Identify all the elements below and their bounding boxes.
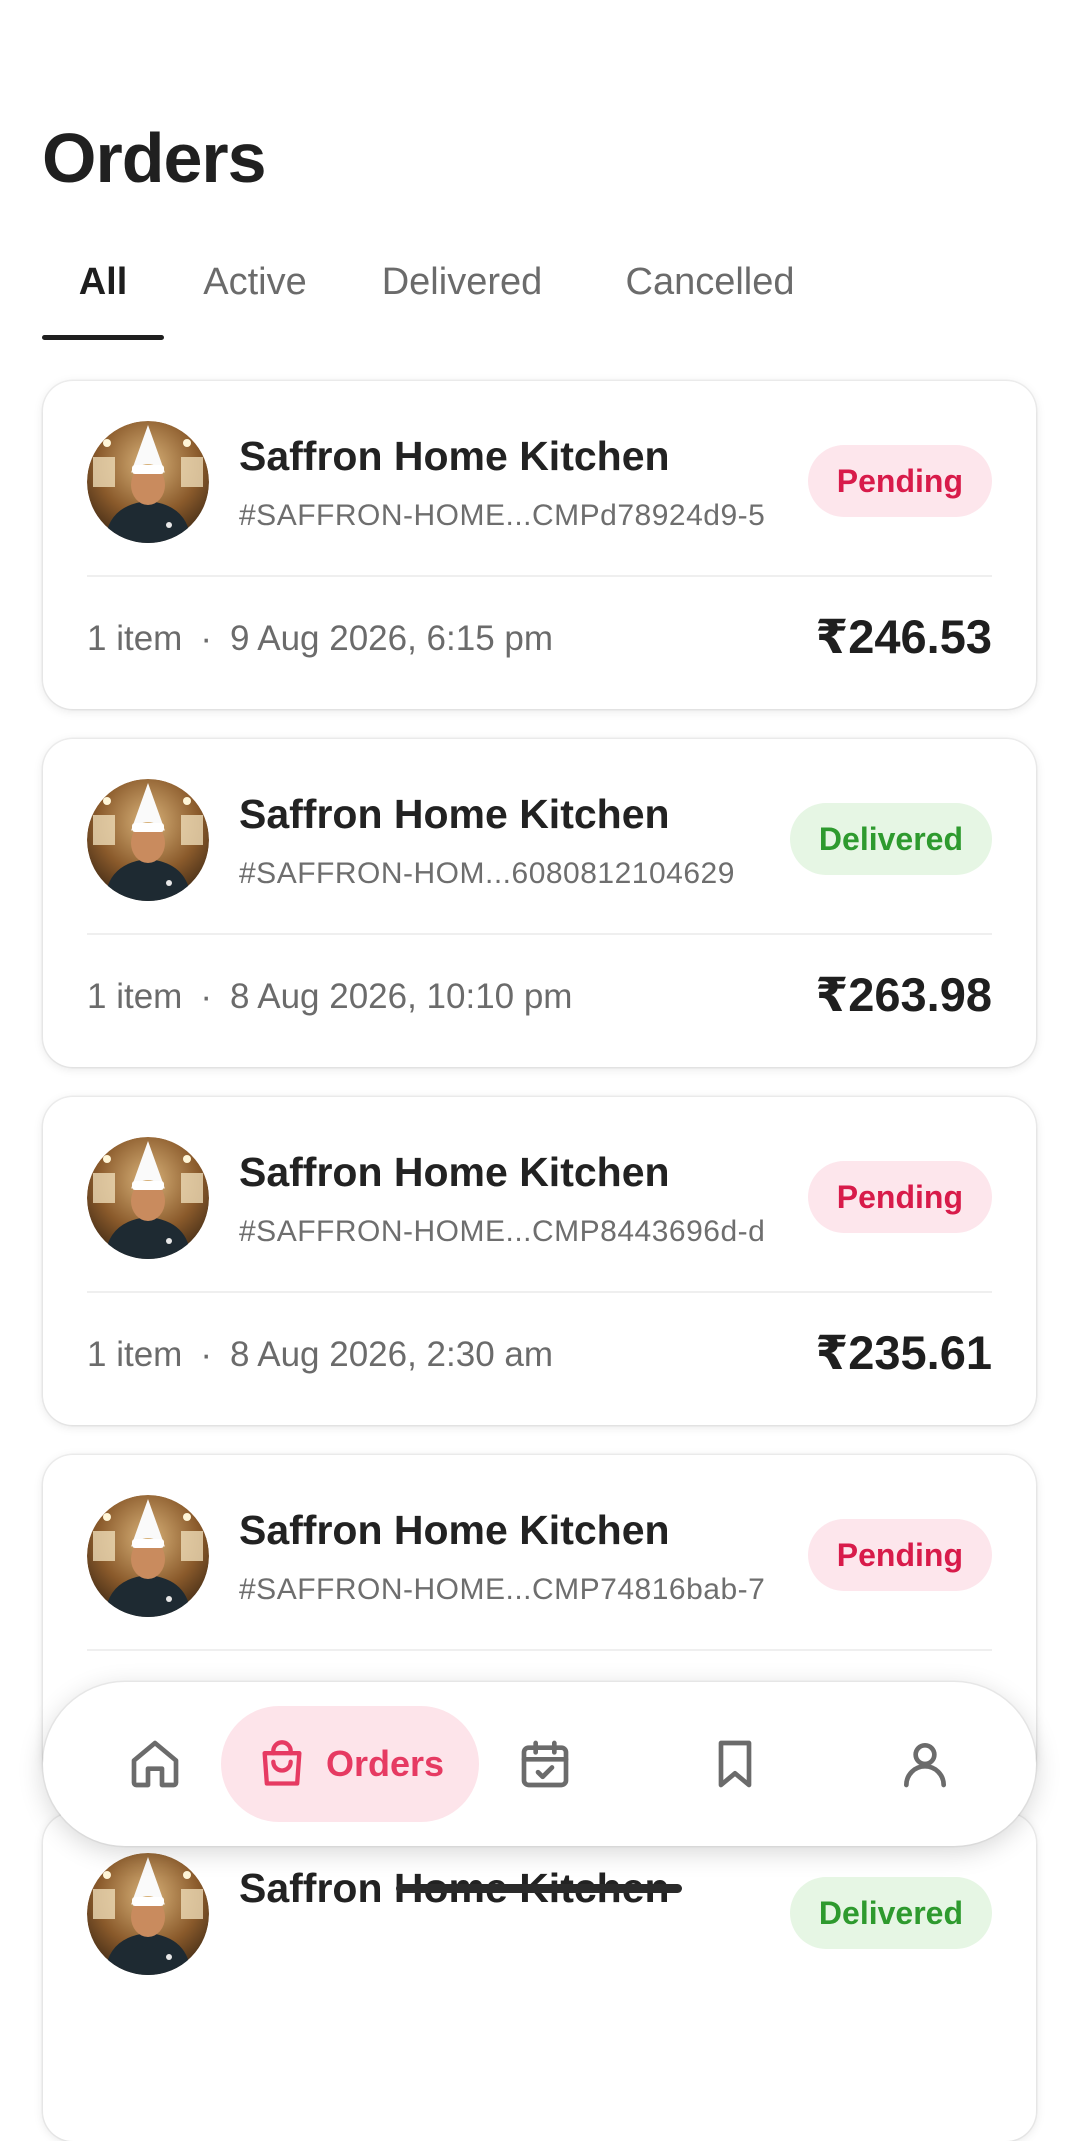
home-icon: [131, 1740, 179, 1788]
nav-orders-label: Orders: [325, 1743, 445, 1784]
kitchen-name: Saffron Home Kitchen: [239, 1149, 670, 1195]
order-card[interactable]: Saffron Home Kitchen #SAFFRON-HOME...CMP…: [43, 1097, 1036, 1425]
bookmark-icon: [718, 1740, 752, 1788]
separator-dot: ·: [200, 977, 212, 1016]
nav-orders[interactable]: Orders: [221, 1706, 479, 1822]
tab-delivered[interactable]: Delivered: [372, 248, 552, 340]
calendar-check-icon: [521, 1740, 569, 1788]
separator-dot: ·: [200, 1335, 212, 1374]
order-meta: 1 item · 9 Aug 2026, 6:15 pm: [87, 619, 553, 659]
order-card[interactable]: Saffron Home Kitchen #SAFFRON-HOM...6080…: [43, 739, 1036, 1067]
order-meta: 1 item · 8 Aug 2026, 10:10 pm: [87, 977, 572, 1017]
item-count: 1 item: [87, 1335, 183, 1374]
tab-label: Delivered: [381, 261, 543, 303]
bottom-nav: Orders: [43, 1682, 1036, 1846]
nav-profile[interactable]: [873, 1682, 977, 1846]
page-title: Orders: [42, 119, 267, 197]
tab-label: Active: [203, 261, 307, 303]
tab-active[interactable]: Active: [192, 248, 318, 340]
item-count: 1 item: [87, 977, 183, 1016]
tab-all[interactable]: All: [42, 248, 164, 340]
kitchen-avatar: [87, 779, 209, 901]
separator-dot: ·: [200, 619, 212, 658]
tab-label: All: [78, 261, 128, 303]
status-badge: Pending: [807, 1161, 992, 1233]
kitchen-avatar: [87, 1495, 209, 1617]
item-count: 1 item: [87, 619, 183, 658]
nav-home[interactable]: [103, 1682, 207, 1846]
divider: [87, 575, 992, 577]
kitchen-name: Saffron Home Kitchen: [239, 433, 670, 479]
status-badge: Pending: [807, 445, 992, 517]
order-card[interactable]: Saffron Home Kitchen Delivered: [43, 1813, 1036, 2141]
order-tabs: All Active Delivered Cancelled: [42, 248, 1042, 340]
order-card[interactable]: Saffron Home Kitchen #SAFFRON-HOME...CMP…: [43, 381, 1036, 709]
order-id: #SAFFRON-HOME...CMP8443696d-d: [239, 1215, 766, 1248]
nav-schedule[interactable]: [493, 1682, 597, 1846]
order-total: ₹263.98: [815, 968, 992, 1021]
tab-active-underline: [42, 335, 164, 340]
order-total: ₹246.53: [815, 610, 992, 663]
divider: [87, 1649, 992, 1651]
status-badge: Delivered: [789, 803, 992, 875]
kitchen-avatar: [87, 1853, 209, 1975]
order-meta: 1 item · 8 Aug 2026, 2:30 am: [87, 1335, 553, 1375]
user-icon: [904, 1743, 946, 1788]
tab-label: Cancelled: [625, 261, 795, 303]
status-badge: Delivered: [789, 1877, 992, 1949]
order-id: #SAFFRON-HOME...CMP74816bab-7: [239, 1573, 766, 1606]
order-date: 9 Aug 2026, 6:15 pm: [229, 619, 554, 658]
divider: [87, 1291, 992, 1293]
kitchen-name: Saffron Home Kitchen: [239, 1507, 670, 1553]
order-id: #SAFFRON-HOM...6080812104629: [239, 857, 735, 890]
order-id: #SAFFRON-HOME...CMPd78924d9-5: [239, 499, 766, 532]
home-indicator: [396, 1884, 682, 1893]
divider: [87, 933, 992, 935]
status-badge: Pending: [807, 1519, 992, 1591]
shopping-bag-icon: [262, 1740, 302, 1786]
kitchen-name: Saffron Home Kitchen: [239, 791, 670, 837]
order-date: 8 Aug 2026, 10:10 pm: [229, 977, 573, 1016]
kitchen-avatar: [87, 421, 209, 543]
order-total: ₹235.61: [815, 1326, 992, 1379]
nav-saved[interactable]: [683, 1682, 787, 1846]
kitchen-avatar: [87, 1137, 209, 1259]
tab-cancelled[interactable]: Cancelled: [616, 248, 804, 340]
order-date: 8 Aug 2026, 2:30 am: [229, 1335, 554, 1374]
